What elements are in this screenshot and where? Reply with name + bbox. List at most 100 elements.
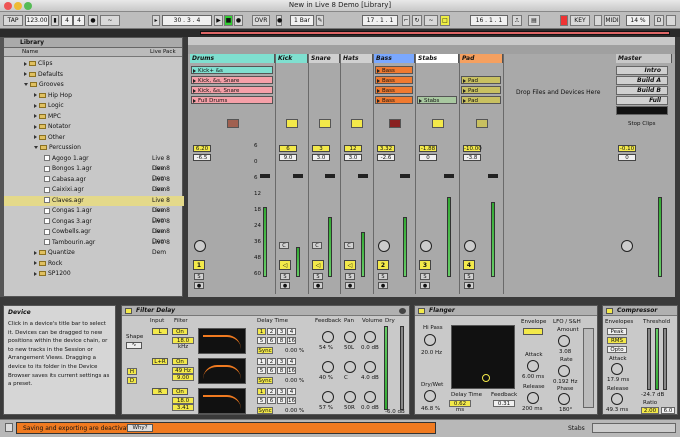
clip-stop-button[interactable] [431, 119, 444, 128]
delay-beat-button[interactable]: 5 [257, 337, 266, 344]
release-knob[interactable] [527, 392, 539, 404]
pan-knob[interactable] [344, 361, 356, 373]
dc-button[interactable]: D [127, 377, 137, 384]
empty-clip-slot[interactable] [417, 106, 457, 114]
midi-map-button[interactable]: MIDI [604, 15, 620, 26]
empty-clip-slot[interactable] [342, 106, 371, 114]
track-volume-value[interactable]: 3 [312, 145, 330, 152]
clip-stop-button[interactable] [388, 119, 401, 128]
channel-on-button[interactable]: On [172, 328, 188, 335]
delay-beat-button[interactable]: 2 [267, 388, 276, 395]
browser-folder-item[interactable]: Logic [4, 101, 184, 112]
rate-value[interactable]: 0.192 Hz [553, 379, 578, 385]
browser-folder-item[interactable]: Hip Hop [4, 91, 184, 102]
scene-launch-button[interactable] [616, 106, 668, 115]
volume-fader-icon[interactable] [260, 174, 270, 178]
volume-fader-icon[interactable] [293, 174, 303, 178]
stop-icon[interactable]: ■ [224, 15, 233, 26]
filter-display[interactable] [198, 328, 246, 354]
disclosure-closed-icon[interactable] [34, 261, 37, 265]
delay-beat-button[interactable]: 4 [287, 358, 296, 365]
browser-file-item[interactable]: Cowbells.agr Live 8 Dem [4, 227, 184, 245]
browser-file-item[interactable]: Tambourin.agr Live 8 Dem [4, 238, 184, 256]
volume-knob[interactable] [364, 361, 376, 373]
phase-value[interactable]: 180° [559, 407, 572, 413]
browser-file-item[interactable]: Congas 1.agr Live 8 Dem [4, 206, 184, 224]
overdub-button[interactable]: OVR [252, 15, 270, 26]
empty-clip-slot[interactable] [277, 66, 306, 74]
record-icon[interactable]: ● [234, 15, 243, 26]
track-activator-button[interactable]: 1 [193, 260, 205, 270]
browser-folder-item[interactable]: Notator [4, 122, 184, 133]
pan-knob[interactable] [344, 391, 356, 403]
loop-switch-icon[interactable]: ↻ [412, 15, 422, 26]
delay-beat-button[interactable]: 16 [287, 397, 296, 404]
volume-knob[interactable] [364, 331, 376, 343]
punch-in-icon[interactable]: ⌐ [402, 15, 410, 26]
clip-stop-button[interactable] [475, 119, 488, 128]
pan-knob[interactable] [344, 331, 356, 343]
signature-denominator[interactable]: 4 [73, 15, 85, 26]
track-title-bass[interactable]: Bass [374, 54, 415, 63]
arrangement-scroll[interactable] [188, 37, 675, 45]
disclosure-closed-icon[interactable] [24, 61, 27, 66]
overview-selection[interactable] [200, 31, 670, 35]
master-track-title[interactable]: Master [616, 54, 672, 63]
delay-beat-button[interactable]: 3 [277, 328, 286, 335]
filter-q-value[interactable]: 3.41 [172, 404, 194, 411]
browser-folder-item[interactable]: Rock [4, 259, 184, 270]
track-title-hats[interactable]: Hats [341, 54, 373, 63]
arm-button[interactable]: ● [194, 282, 204, 289]
delay-offset-value[interactable]: 0.00 % [285, 408, 304, 414]
arm-button[interactable]: ● [464, 282, 474, 289]
clip-slot[interactable]: Bass [375, 86, 413, 94]
solo-button[interactable]: S [345, 273, 355, 280]
feedback-knob[interactable] [322, 331, 334, 343]
browser-folder-item[interactable]: Other [4, 133, 184, 144]
release-value[interactable]: 200 ms [522, 406, 542, 412]
volume-fader-icon[interactable] [358, 174, 368, 178]
delay-beat-button[interactable]: 2 [267, 358, 276, 365]
browser-folder-item[interactable]: Defaults [4, 70, 184, 81]
tempo-nudge-icon[interactable]: ▮ [51, 15, 59, 26]
draw-env-icon[interactable]: ⎍ [512, 15, 522, 26]
pan-knob[interactable] [420, 240, 432, 252]
disclosure-closed-icon[interactable] [34, 93, 37, 97]
track-activator-button[interactable]: 3 [419, 260, 431, 270]
track-volume-value[interactable]: 3.32 [377, 145, 395, 152]
arm-button[interactable]: ● [345, 282, 355, 289]
disclosure-closed-icon[interactable] [34, 135, 37, 139]
amount-value[interactable]: 3.08 [559, 349, 571, 355]
empty-clip-slot[interactable] [277, 106, 306, 114]
clip-slot[interactable]: Pad [461, 96, 501, 104]
empty-clip-slot[interactable] [310, 76, 338, 84]
groove-icon[interactable]: ~ [100, 15, 120, 26]
tap-tempo-button[interactable]: TAP [3, 15, 23, 26]
arm-button[interactable]: ● [280, 282, 290, 289]
track-activator-button[interactable]: 2 [377, 260, 389, 270]
clip-slot[interactable]: Kick+ &s [191, 66, 273, 74]
delay-offset-value[interactable]: 0.00 % [285, 348, 304, 354]
delay-beat-button[interactable]: 16 [287, 337, 296, 344]
sync-button[interactable]: Sync [257, 377, 273, 384]
track-activator-button[interactable]: ◁ [279, 260, 291, 270]
clip-stop-button[interactable] [318, 119, 331, 128]
metronome-icon[interactable]: ● [88, 15, 98, 26]
browser-folder-item[interactable]: MPC [4, 112, 184, 123]
empty-clip-slot[interactable] [417, 76, 457, 84]
delay-offset-value[interactable]: 0.00 % [285, 378, 304, 384]
clip-slot[interactable]: Bass [375, 76, 413, 84]
arm-button[interactable]: ● [313, 282, 323, 289]
empty-clip-slot[interactable] [310, 86, 338, 94]
dry-wet-value[interactable]: 46.8 % [421, 406, 440, 412]
pan-value[interactable]: 50L [344, 345, 354, 351]
empty-clip-slot[interactable] [342, 76, 371, 84]
device-on-icon[interactable] [418, 308, 425, 314]
compressor-title-bar[interactable]: Compressor [603, 306, 677, 316]
solo-button[interactable]: S [420, 273, 430, 280]
opto-button[interactable]: Opto [607, 346, 627, 353]
browser-file-item[interactable]: Caixixi.agrLive 8 Dem [4, 185, 184, 203]
empty-clip-slot[interactable] [342, 86, 371, 94]
feedback-value[interactable]: 40 % [319, 375, 333, 381]
browser-folder-item[interactable]: Clips [4, 59, 184, 70]
